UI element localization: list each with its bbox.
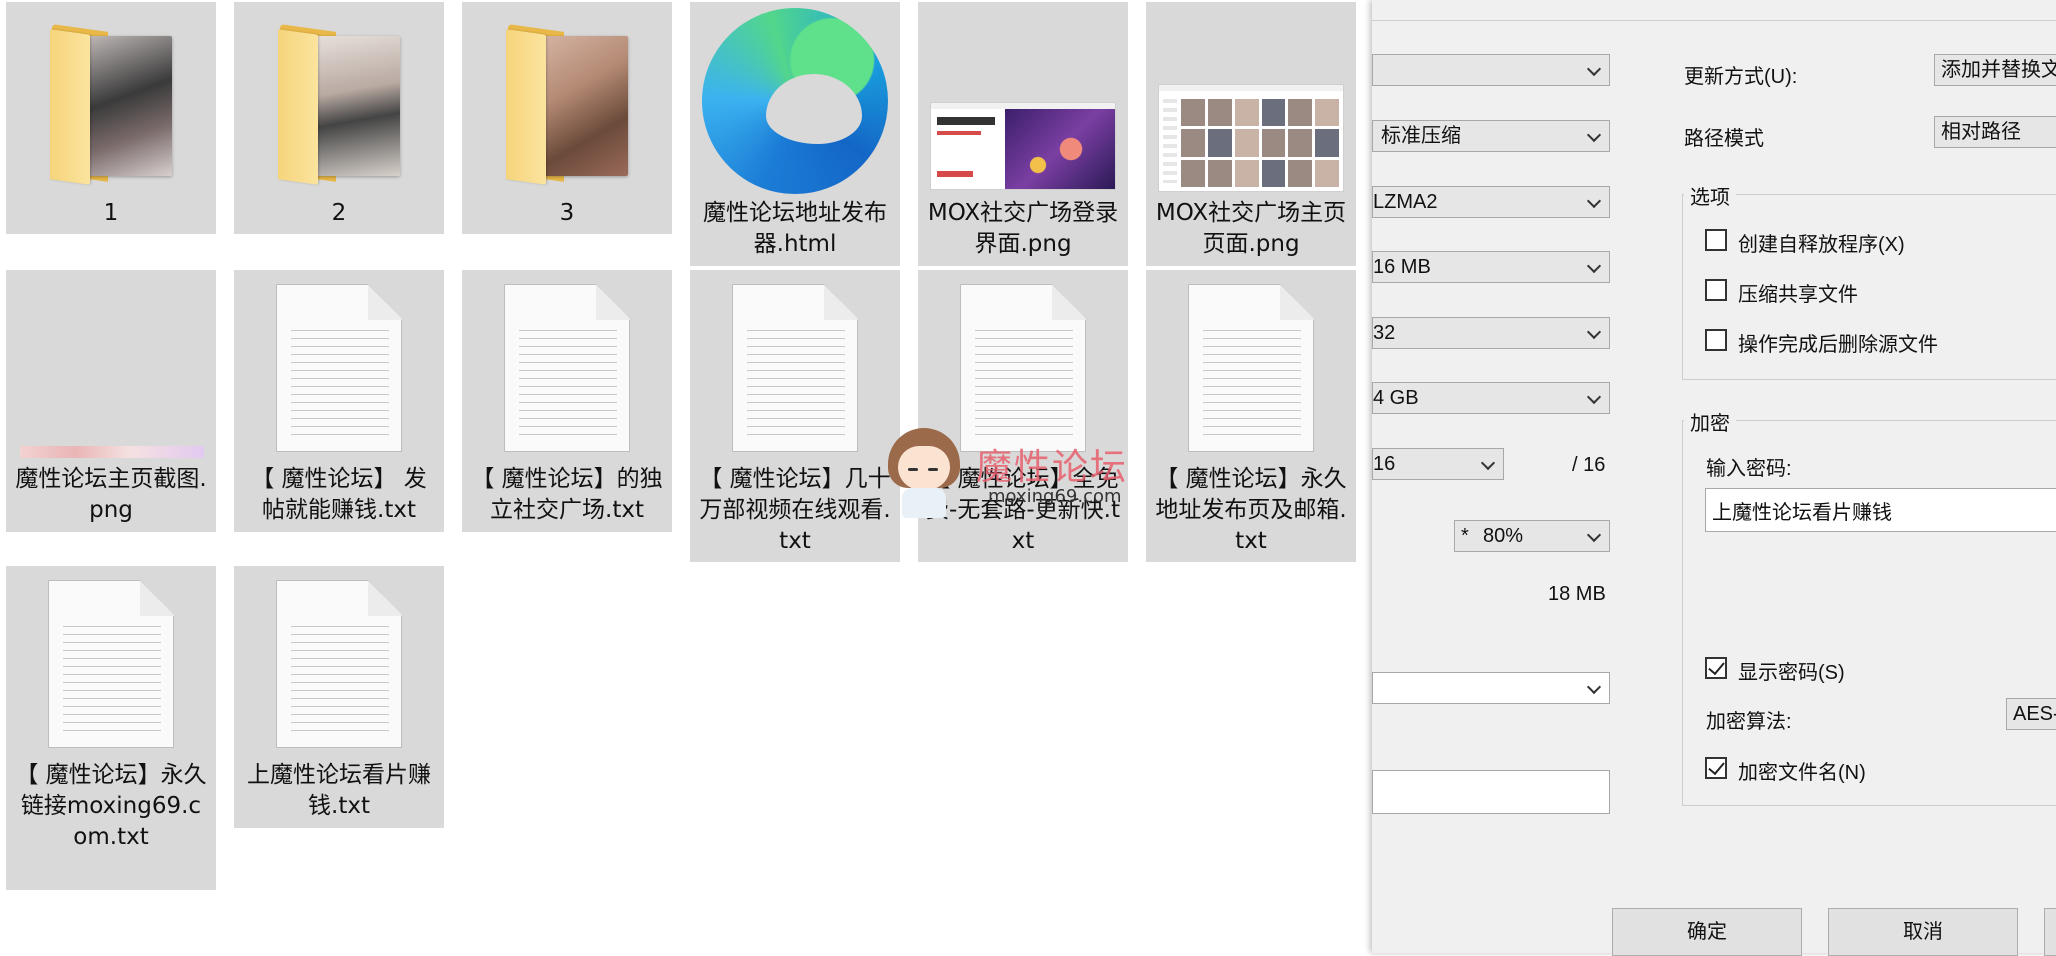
file-item-txt[interactable]: 【 魔性论坛】几十万部视频在线观看.txt [690, 270, 900, 562]
file-item-home-png[interactable]: MOX社交广场主页页面.png [1146, 2, 1356, 266]
options-group-title: 选项 [1684, 181, 1736, 210]
split-volume-select[interactable] [1372, 672, 1610, 704]
text-file-icon [732, 284, 858, 452]
folder-icon [500, 22, 635, 187]
file-name: 2 [331, 200, 347, 226]
show-password-label: 显示密码(S) [1738, 662, 1845, 684]
memory-prefix: * [1461, 525, 1469, 547]
password-value: 上魔性论坛看片赚钱 [1712, 502, 1892, 524]
edge-browser-icon [702, 8, 888, 194]
chevron-down-icon [1480, 455, 1496, 471]
file-item-folder-1[interactable]: 1 [6, 2, 216, 234]
chevron-down-icon [1586, 61, 1602, 77]
delete-after-checkbox[interactable] [1705, 329, 1727, 351]
file-item-txt[interactable]: 上魔性论坛看片赚钱.txt [234, 566, 444, 828]
file-name: 魔性论坛地址发布器.html [703, 200, 887, 257]
sfx-checkbox[interactable] [1705, 229, 1727, 251]
file-name: 【 魔性论坛】 发帖就能赚钱.txt [251, 466, 427, 523]
threads-total: / 16 [1572, 454, 1606, 476]
memory-usage-select[interactable]: * 80% [1454, 520, 1610, 552]
file-name: MOX社交广场主页页面.png [1155, 200, 1347, 257]
file-item-txt[interactable]: 【 魔性论坛】全免费-无套路-更新快.txt [918, 270, 1128, 562]
compression-level-select[interactable]: 标准压缩 [1372, 120, 1610, 152]
algorithm-select[interactable]: AES- [2006, 698, 2056, 730]
file-item-txt[interactable]: 【 魔性论坛】永久地址发布页及邮箱.txt [1146, 270, 1356, 562]
file-name: 魔性论坛主页截图.png [15, 466, 207, 523]
algorithm-label: 加密算法: [1706, 711, 1792, 733]
archive-format-select[interactable] [1372, 54, 1610, 86]
file-name: 【 魔性论坛】全免费-无套路-更新快.txt [926, 466, 1120, 554]
encrypt-names-checkbox[interactable] [1705, 757, 1727, 779]
encrypt-names-label: 加密文件名(N) [1738, 762, 1866, 784]
path-mode-label: 路径模式 [1684, 128, 1764, 150]
file-name: 【 魔性论坛】的独立社交广场.txt [471, 466, 663, 523]
image-thumbnail [20, 446, 204, 458]
text-file-icon [1188, 284, 1314, 452]
password-label: 输入密码: [1706, 458, 1792, 480]
compression-method-select[interactable]: LZMA2 [1372, 186, 1610, 218]
folder-icon [44, 22, 179, 187]
text-file-icon [276, 580, 402, 748]
file-item-screenshot-png[interactable]: 魔性论坛主页截图.png [6, 270, 216, 532]
solid-block-size-select[interactable]: 4 GB [1372, 382, 1610, 414]
file-explorer: 1 2 3 魔性论坛地址发布器.html MOX社交广场登录界面.png MOX… [0, 0, 1372, 953]
file-name: 3 [559, 200, 575, 226]
path-mode-select[interactable]: 相对路径 [1934, 116, 2056, 148]
file-name: 【 魔性论坛】几十万部视频在线观看.txt [699, 466, 891, 554]
chevron-down-icon [1586, 127, 1602, 143]
file-item-folder-2[interactable]: 2 [234, 2, 444, 234]
file-name: MOX社交广场登录界面.png [927, 200, 1119, 257]
image-thumbnail [930, 102, 1116, 190]
file-item-login-png[interactable]: MOX社交广场登录界面.png [918, 2, 1128, 266]
encryption-group-title: 加密 [1684, 407, 1736, 436]
shared-files-checkbox[interactable] [1705, 279, 1727, 301]
sfx-label: 创建自释放程序(X) [1738, 234, 1905, 256]
shared-files-label: 压缩共享文件 [1738, 284, 1858, 306]
file-name: 1 [103, 200, 119, 226]
file-item-txt[interactable]: 【 魔性论坛】 发帖就能赚钱.txt [234, 270, 444, 532]
file-item-txt[interactable]: 【 魔性论坛】永久链接moxing69.com.txt [6, 566, 216, 890]
cancel-button[interactable]: 取消 [1828, 908, 2018, 956]
show-password-checkbox[interactable] [1705, 657, 1727, 679]
delete-after-label: 操作完成后删除源文件 [1738, 334, 1938, 356]
cpu-threads-select[interactable]: 16 [1372, 448, 1504, 480]
file-item-folder-3[interactable]: 3 [462, 2, 672, 234]
parameters-input[interactable] [1372, 770, 1610, 814]
password-input[interactable]: 上魔性论坛看片赚钱 [1705, 488, 2056, 532]
file-item-txt[interactable]: 【 魔性论坛】的独立社交广场.txt [462, 270, 672, 532]
chevron-down-icon [1586, 527, 1602, 543]
dictionary-size-select[interactable]: 16 MB [1372, 251, 1610, 283]
file-name: 上魔性论坛看片赚钱.txt [247, 762, 431, 819]
update-mode-select[interactable]: 添加并替换文 [1934, 54, 2056, 86]
chevron-down-icon [1586, 258, 1602, 274]
text-file-icon [504, 284, 630, 452]
chevron-down-icon [1586, 389, 1602, 405]
ok-button[interactable]: 确定 [1612, 908, 1802, 956]
chevron-down-icon [1586, 193, 1602, 209]
update-mode-label: 更新方式(U): [1684, 66, 1798, 88]
text-file-icon [276, 284, 402, 452]
file-item-html[interactable]: 魔性论坛地址发布器.html [690, 2, 900, 266]
memory-total: 18 MB [1548, 583, 1606, 605]
archive-dialog: 标准压缩 LZMA2 16 MB 32 4 GB 16 / 16 * 80% 1… [1372, 0, 2056, 956]
text-file-icon [48, 580, 174, 748]
image-thumbnail [1158, 84, 1344, 192]
help-button[interactable] [2044, 908, 2056, 956]
file-name: 【 魔性论坛】永久链接moxing69.com.txt [15, 762, 207, 850]
file-name: 【 魔性论坛】永久地址发布页及邮箱.txt [1155, 466, 1347, 554]
chevron-down-icon [1586, 324, 1602, 340]
chevron-down-icon [1586, 679, 1602, 695]
folder-icon [272, 22, 407, 187]
text-file-icon [960, 284, 1086, 452]
word-size-select[interactable]: 32 [1372, 317, 1610, 349]
